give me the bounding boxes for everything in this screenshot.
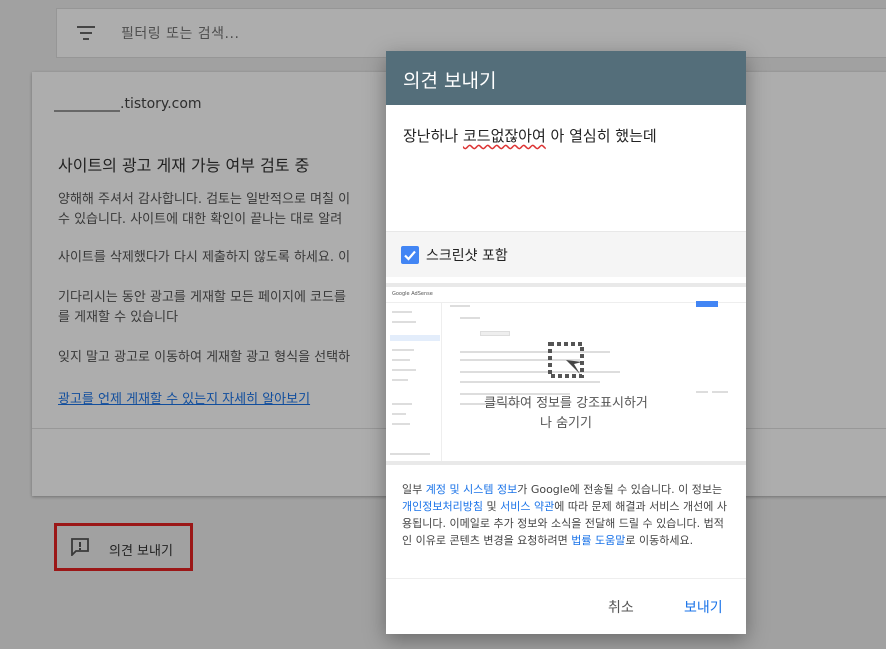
footer-divider (386, 578, 746, 579)
preview-topbar: Google AdSense (386, 287, 746, 303)
privacy-policy-link[interactable]: 개인정보처리방침 (402, 500, 483, 513)
preview-hint-line: 나 숨기기 (540, 416, 592, 431)
preview-hint: 클릭하여 정보를 강조표시하거 나 숨기기 (456, 394, 676, 434)
legal-text: 가 Google에 전송될 수 있습니다. 이 정보는 (517, 483, 723, 496)
legal-text: 및 (482, 500, 501, 513)
legal-text: 로 이동하세요. (625, 534, 694, 547)
send-button[interactable]: 보내기 (684, 597, 723, 617)
preview-sidebar (386, 303, 442, 461)
checkmark-icon (404, 250, 416, 261)
feedback-textarea[interactable]: 장난하나 코드없잖아여 아 열심히 했는데 (403, 125, 657, 146)
terms-of-service-link[interactable]: 서비스 약관 (500, 500, 554, 513)
legal-notice: 일부 계정 및 시스템 정보가 Google에 전송될 수 있습니다. 이 정보… (402, 481, 732, 549)
preview-logo: Google AdSense (392, 291, 433, 297)
dialog-title: 의견 보내기 (403, 70, 497, 92)
cancel-button[interactable]: 취소 (608, 597, 634, 617)
feedback-text-part: 아 열심히 했는데 (545, 127, 657, 145)
preview-hint-line: 클릭하여 정보를 강조표시하거 (484, 396, 648, 411)
legal-text: 일부 (402, 483, 426, 496)
legal-help-link[interactable]: 법률 도움말 (571, 534, 625, 547)
feedback-text-part: 장난하나 (403, 127, 463, 145)
screenshot-preview[interactable]: Google AdSense 클릭하여 정보를 강조표시하거 나 숨기기 (386, 283, 746, 465)
include-screenshot-label: 스크린샷 포함 (426, 248, 508, 264)
include-screenshot-row[interactable]: 스크린샷 포함 (386, 231, 746, 277)
highlight-icon (548, 342, 584, 378)
misspelled-word: 코드없잖아여 (462, 127, 546, 145)
feedback-dialog: 의견 보내기 장난하나 코드없잖아여 아 열심히 했는데 스크린샷 포함 Goo… (386, 51, 746, 634)
include-screenshot-checkbox[interactable] (401, 246, 419, 264)
screenshot-thumbnail: Google AdSense 클릭하여 정보를 강조표시하거 나 숨기기 (386, 287, 746, 461)
dialog-header: 의견 보내기 (386, 51, 746, 105)
account-system-info-link[interactable]: 계정 및 시스템 정보 (426, 483, 517, 496)
